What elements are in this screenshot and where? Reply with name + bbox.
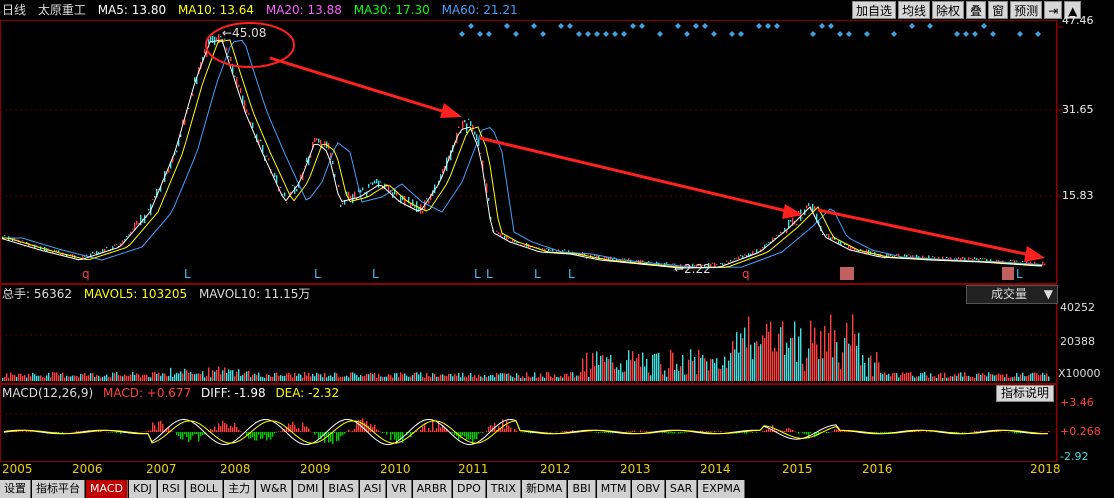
tab-arbr[interactable]: ARBR bbox=[412, 480, 453, 498]
price-axis-mid: 31.65 bbox=[1062, 103, 1094, 116]
year-label: 2010 bbox=[380, 462, 411, 476]
tab--dma[interactable]: 新DMA bbox=[521, 480, 568, 498]
high-price-label: ←45.08 bbox=[222, 26, 266, 40]
macd-axis-top: +3.46 bbox=[1060, 396, 1094, 409]
tab-sar[interactable]: SAR bbox=[665, 480, 698, 498]
svg-text:L: L bbox=[474, 267, 481, 281]
tab-dmi[interactable]: DMI bbox=[293, 480, 324, 498]
indicator-tab-bar: 设置 指标平台 MACD KDJ RSI BOLL 主力 W&R DMI BIAS ASI VR ARB… bbox=[0, 480, 1114, 498]
tab-mtm[interactable]: MTM bbox=[596, 480, 632, 498]
mavol10-value: MAVOL10: 11.15万 bbox=[198, 287, 311, 301]
tab--[interactable]: 设置 bbox=[0, 480, 31, 498]
svg-text:L: L bbox=[486, 267, 493, 281]
svg-text:q: q bbox=[742, 267, 750, 281]
tab-boll[interactable]: BOLL bbox=[185, 480, 224, 498]
tab-w-r[interactable]: W&R bbox=[256, 480, 293, 498]
svg-text:L: L bbox=[184, 267, 191, 281]
earnings-marker-badge bbox=[1002, 267, 1014, 280]
svg-text:L: L bbox=[372, 267, 379, 281]
event-markers: q L L L L L L L q L bbox=[82, 267, 1023, 281]
macd-axis-low: -2.92 bbox=[1060, 450, 1089, 463]
price-axis-top: 47.46 bbox=[1062, 14, 1094, 27]
signal-diamonds bbox=[459, 23, 1041, 37]
tab--[interactable]: 主力 bbox=[224, 480, 256, 498]
trend-arrow-3-head bbox=[1024, 246, 1045, 262]
tab-dpo[interactable]: DPO bbox=[453, 480, 486, 498]
svg-text:q: q bbox=[82, 267, 90, 281]
tab-obv[interactable]: OBV bbox=[632, 480, 665, 498]
volume-total: 总手: 56362 bbox=[2, 287, 73, 301]
year-label: 2012 bbox=[540, 462, 571, 476]
svg-text:L: L bbox=[534, 267, 541, 281]
macd-header: MACD(12,26,9) MACD: +0.677 DIFF: -1.98 D… bbox=[2, 384, 339, 402]
svg-text:L: L bbox=[1016, 267, 1023, 281]
year-label: 2005 bbox=[2, 462, 33, 476]
mavol5-value: MAVOL5: 103205 bbox=[83, 287, 188, 301]
year-label: 2016 bbox=[862, 462, 893, 476]
ma60-line bbox=[2, 39, 1043, 269]
dea-value: DEA: -2.32 bbox=[275, 386, 340, 400]
svg-text:L: L bbox=[568, 267, 575, 281]
trend-arrow-1-head bbox=[440, 103, 462, 118]
macd-axis-mid: +0.268 bbox=[1060, 425, 1101, 438]
volume-bars bbox=[2, 314, 1050, 381]
tab-expma[interactable]: EXPMA bbox=[698, 480, 746, 498]
year-label: 2014 bbox=[700, 462, 731, 476]
macd-title: MACD(12,26,9) bbox=[2, 386, 94, 400]
volume-axis-top: 40252 bbox=[1060, 301, 1095, 314]
volume-header: 总手: 56362 MAVOL5: 103205 MAVOL10: 11.15万 bbox=[2, 285, 310, 303]
trend-arrow-2 bbox=[479, 136, 796, 215]
tab--[interactable]: 指标平台 bbox=[32, 480, 85, 498]
macd-value: MACD: +0.677 bbox=[102, 386, 192, 400]
year-label: 2006 bbox=[72, 462, 103, 476]
candlestick-series bbox=[2, 34, 1046, 268]
tab-rsi[interactable]: RSI bbox=[157, 480, 185, 498]
svg-text:L: L bbox=[314, 267, 321, 281]
tab-macd[interactable]: MACD bbox=[86, 480, 128, 498]
volume-indicator-dropdown[interactable]: 成交量 ▼ bbox=[966, 285, 1058, 304]
tab-asi[interactable]: ASI bbox=[359, 480, 387, 498]
year-label: 2007 bbox=[146, 462, 177, 476]
trend-arrow-1 bbox=[269, 56, 456, 117]
ma10-line bbox=[2, 39, 1043, 269]
tab-trix[interactable]: TRIX bbox=[486, 480, 521, 498]
year-label: 2018 bbox=[1030, 462, 1061, 476]
year-label: 2011 bbox=[458, 462, 489, 476]
tab-bias[interactable]: BIAS bbox=[324, 480, 359, 498]
chart-canvas[interactable]: ←45.08 ←2.22 q L L L L L L L q L bbox=[0, 0, 1114, 480]
price-axis-low: 15.83 bbox=[1062, 189, 1094, 202]
volume-axis-mid: 20388 bbox=[1060, 335, 1095, 348]
year-label: 2009 bbox=[300, 462, 331, 476]
volume-axis-unit: X10000 bbox=[1058, 367, 1101, 380]
diff-value: DIFF: -1.98 bbox=[201, 386, 266, 400]
volume-dropdown-label: 成交量 bbox=[991, 287, 1028, 301]
tab-vr[interactable]: VR bbox=[387, 480, 412, 498]
chevron-down-icon: ▼ bbox=[1043, 287, 1053, 301]
low-price-label: ←2.22 bbox=[674, 262, 711, 276]
ma5-line bbox=[1, 39, 1043, 269]
year-label: 2015 bbox=[782, 462, 813, 476]
tab-kdj[interactable]: KDJ bbox=[128, 480, 157, 498]
indicator-help-button[interactable]: 指标说明 bbox=[996, 385, 1055, 402]
tab-bbi[interactable]: BBI bbox=[568, 480, 596, 498]
year-label: 2013 bbox=[620, 462, 651, 476]
rise-marker-badge bbox=[840, 267, 854, 280]
year-label: 2008 bbox=[220, 462, 251, 476]
